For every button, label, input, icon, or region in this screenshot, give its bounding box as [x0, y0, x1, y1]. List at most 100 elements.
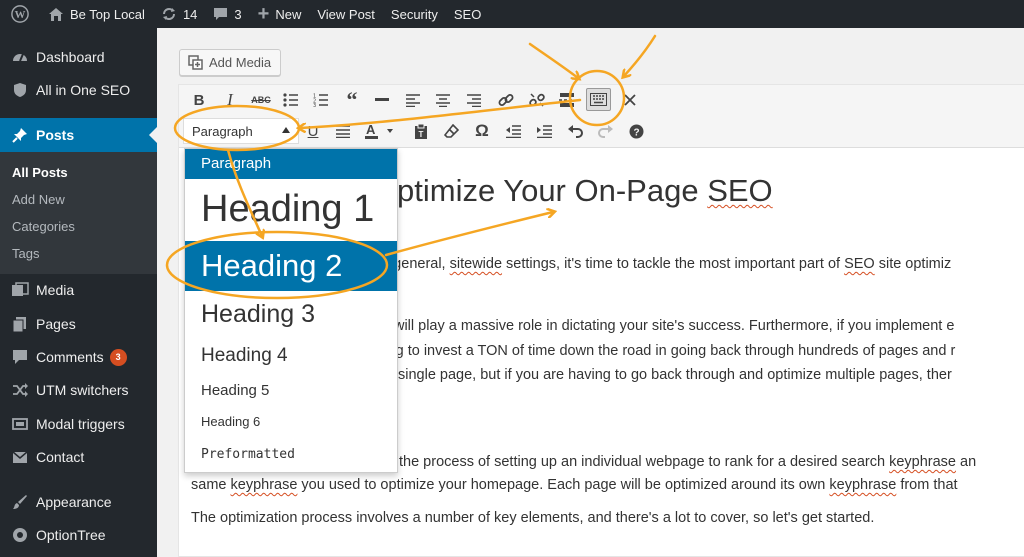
svg-text:W: W	[15, 9, 26, 21]
svg-text:3: 3	[313, 103, 316, 107]
help-icon[interactable]: ?	[625, 120, 647, 142]
heading-text: ptimize Your On-Page	[397, 173, 708, 208]
outdent-icon[interactable]	[502, 120, 524, 142]
paragraph-4: The optimization process involves a numb…	[191, 510, 875, 526]
plus-icon: +	[257, 2, 270, 25]
dashboard-gauge-icon	[10, 47, 30, 67]
svg-text:?: ?	[633, 127, 639, 138]
justify-icon[interactable]	[332, 120, 354, 142]
sidebar-item-appearance[interactable]: Appearance	[0, 485, 157, 519]
seo-link[interactable]: SEO	[446, 0, 489, 28]
format-option-heading-2[interactable]: Heading 2	[185, 241, 397, 291]
paragraph-1: the general, sitewide settings, it's tim…	[369, 256, 952, 272]
new-label: New	[275, 6, 302, 22]
sidebar-label: UTM switchers	[36, 382, 129, 398]
updates-link[interactable]: 14	[153, 0, 205, 28]
wordpress-logo[interactable]: W	[0, 0, 40, 28]
sidebar-item-dashboard[interactable]: Dashboard	[0, 40, 157, 74]
indent-icon[interactable]	[533, 120, 555, 142]
sidebar-item-comments[interactable]: Comments 3	[0, 340, 157, 374]
sidebar-label: Dashboard	[36, 49, 105, 65]
arrow-to-toolbar-toggle-left	[528, 42, 578, 78]
clear-formatting-icon[interactable]	[440, 120, 462, 142]
site-name-link[interactable]: Be Top Local	[40, 0, 153, 28]
paragraph-3: the process of setting up an individual …	[399, 454, 977, 470]
strikethrough-icon[interactable]: ABC	[250, 89, 272, 111]
format-option-paragraph[interactable]: Paragraph	[185, 149, 397, 179]
security-link[interactable]: Security	[383, 0, 446, 28]
insert-link-icon[interactable]	[495, 89, 517, 111]
post-heading: ptimize Your On-Page SEO	[397, 173, 773, 209]
svg-text:A: A	[366, 123, 376, 137]
view-post-label: View Post	[317, 6, 375, 22]
remove-link-icon[interactable]	[526, 89, 548, 111]
sidebar-item-all-in-one-seo[interactable]: All in One SEO	[0, 73, 157, 107]
format-option-preformatted[interactable]: Preformatted	[185, 439, 397, 469]
view-post-link[interactable]: View Post	[309, 0, 383, 28]
sidebar-item-pages[interactable]: Pages	[0, 307, 157, 341]
underline-icon[interactable]: U	[302, 120, 324, 142]
modal-window-icon	[10, 414, 30, 434]
numbered-list-icon[interactable]: 123	[310, 89, 332, 111]
sidebar-label: Pages	[36, 316, 76, 332]
envelope-icon	[10, 447, 30, 467]
sidebar-label: Contact	[36, 449, 85, 465]
sidebar-label: All in One SEO	[36, 82, 131, 98]
updates-icon	[161, 6, 177, 22]
sidebar-item-contact[interactable]: Contact	[0, 440, 157, 474]
format-dropdown-menu: Paragraph Heading 1 Heading 2 Heading 3 …	[184, 148, 398, 473]
format-select[interactable]: Paragraph	[183, 118, 299, 144]
editor-toolbar: B I ABC 123 “ Paragraph U A T Ω ?	[179, 85, 1024, 148]
submenu-categories[interactable]: Categories	[12, 219, 75, 234]
arrow-to-toolbar-toggle-right	[624, 34, 657, 76]
add-media-button[interactable]: Add Media	[179, 49, 281, 76]
home-icon	[48, 7, 64, 22]
read-more-icon[interactable]	[556, 89, 578, 111]
bold-icon[interactable]: B	[188, 89, 210, 111]
submenu-all-posts[interactable]: All Posts	[12, 165, 68, 180]
italic-icon[interactable]: I	[219, 89, 241, 111]
bulleted-list-icon[interactable]	[280, 89, 302, 111]
redo-icon[interactable]	[594, 120, 616, 142]
sidebar-item-utm-switchers[interactable]: UTM switchers	[0, 373, 157, 407]
format-option-heading-1[interactable]: Heading 1	[185, 181, 397, 237]
comment-bubble-icon	[213, 7, 228, 22]
new-content-link[interactable]: + New	[250, 0, 310, 28]
text-color-icon[interactable]: A	[363, 120, 397, 142]
format-option-heading-5[interactable]: Heading 5	[185, 375, 397, 405]
submenu-tags[interactable]: Tags	[12, 246, 39, 261]
format-select-value: Paragraph	[192, 123, 253, 139]
align-left-icon[interactable]	[402, 89, 424, 111]
horizontal-line-icon[interactable]	[371, 89, 393, 111]
format-option-heading-4[interactable]: Heading 4	[185, 339, 397, 373]
posts-submenu: All Posts Add New Categories Tags	[0, 152, 157, 274]
site-name: Be Top Local	[70, 6, 145, 22]
sidebar-item-optiontree[interactable]: OptionTree	[0, 518, 157, 552]
special-character-icon[interactable]: Ω	[471, 120, 493, 142]
format-option-heading-3[interactable]: Heading 3	[185, 294, 397, 334]
sidebar-label: OptionTree	[36, 527, 106, 543]
submenu-add-new[interactable]: Add New	[12, 192, 65, 207]
paragraph-2-line-3: or a single page, but if you are having …	[369, 367, 952, 383]
sidebar-label: Comments	[36, 349, 104, 365]
align-center-icon[interactable]	[432, 89, 454, 111]
comments-link[interactable]: 3	[205, 0, 249, 28]
undo-icon[interactable]	[564, 120, 586, 142]
blockquote-icon[interactable]: “	[341, 87, 363, 112]
sidebar-item-modal-triggers[interactable]: Modal triggers	[0, 407, 157, 441]
shuffle-icon	[10, 380, 30, 400]
sidebar-item-posts[interactable]: Posts	[0, 118, 157, 152]
optiontree-icon	[10, 525, 30, 545]
comment-bubble-icon	[10, 347, 30, 367]
align-right-icon[interactable]	[463, 89, 485, 111]
media-icon	[10, 280, 30, 300]
sidebar-item-media[interactable]: Media	[0, 273, 157, 307]
paste-text-icon[interactable]: T	[410, 120, 432, 142]
pushpin-icon	[10, 125, 30, 145]
close-x-icon[interactable]	[619, 89, 641, 111]
updates-count: 14	[182, 6, 198, 22]
toolbar-toggle-icon[interactable]	[586, 88, 611, 111]
seo-label: SEO	[453, 6, 482, 22]
comments-badge: 3	[109, 348, 127, 366]
format-option-heading-6[interactable]: Heading 6	[185, 407, 397, 435]
